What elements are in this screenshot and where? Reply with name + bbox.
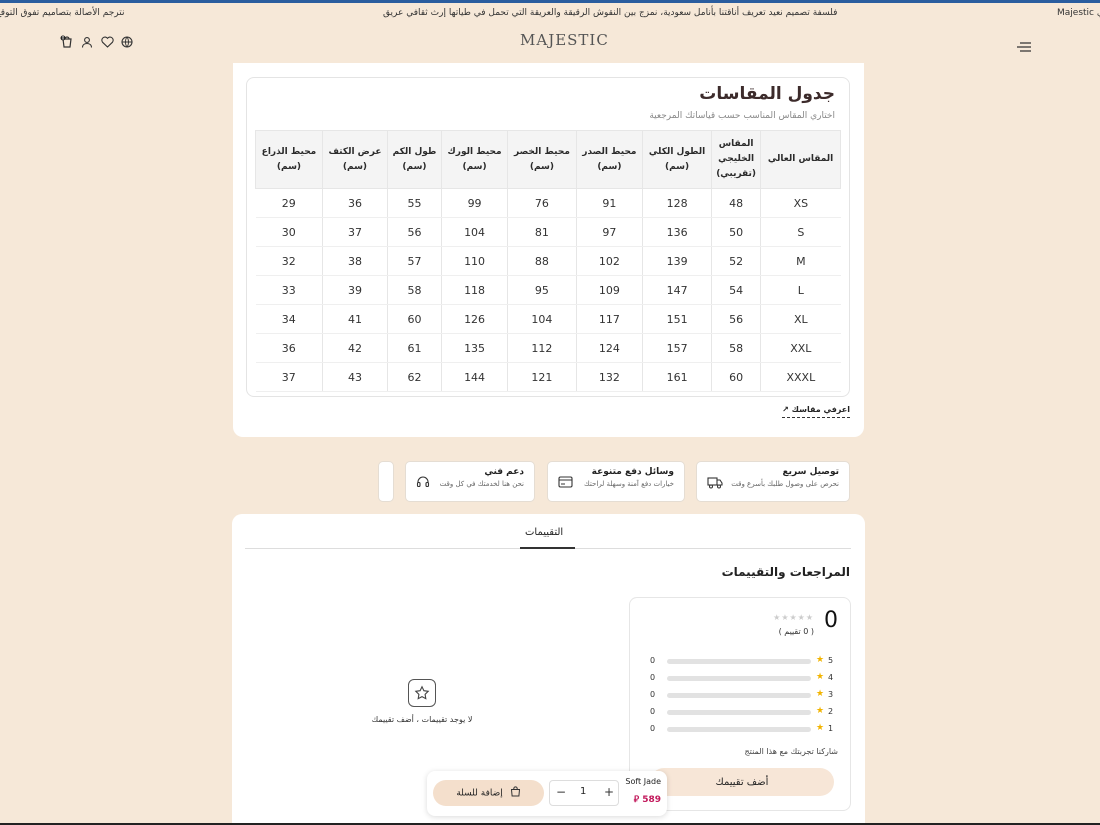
announcement-center: فلسفة تصميم نعيد تعريف أناقتنا بأنامل سع… (383, 8, 838, 18)
reviews-title: المراجعات والتقييمات (721, 565, 850, 579)
table-row: M 52 139 102 88 110 57 38 32 (255, 246, 841, 276)
col-header: محيط الخصر (سم) (507, 130, 577, 189)
add-to-cart-button[interactable]: إضافة للسلة (433, 780, 544, 806)
star-outline-icon (408, 679, 436, 707)
col-header: المقاس الخليجي (تقريبي) (711, 130, 762, 189)
cart-badge: 0 (62, 36, 65, 41)
arrow-icon: ↗ (782, 405, 789, 414)
rating-count: ( 0 تقييم ) (778, 627, 814, 636)
feature-card-partial (378, 461, 394, 502)
star-icon: ★ (816, 672, 825, 682)
headset-icon (416, 474, 430, 493)
header-icons: 0 (60, 35, 134, 49)
announcement-right: Majestic وي (1057, 8, 1100, 18)
heart-icon[interactable] (100, 35, 114, 49)
empty-reviews: لا يوجد تقييمات ، أضف تقييمك (362, 679, 482, 739)
features-row: دعم فني نحن هنا لخدمتك في كل وقت وسائل د… (378, 461, 850, 502)
star-icon: ★ (816, 689, 825, 699)
average-rating: 0 (824, 608, 838, 633)
col-header: طول الكم (سم) (387, 130, 442, 189)
col-header: عرض الكتف (سم) (321, 130, 389, 189)
sticky-cart-bar: Soft Jade 589 ⃁ − 1 + إضافة للسلة (427, 771, 667, 816)
feature-card-payment: وسائل دفع متنوعة خيارات دفع آمنة وسهلة ل… (547, 461, 685, 502)
size-table-header: المقاس العالي المقاس الخليجي (تقريبي) الطو… (255, 130, 841, 189)
size-chart-subtitle: اختاري المقاس المناسب حسب قياساتك المرجع… (649, 111, 835, 121)
table-row: XXL 58 157 124 112 135 61 42 36 (255, 333, 841, 363)
col-header: الطول الكلي (سم) (642, 130, 713, 189)
size-chart-card: جدول المقاسات اختاري المقاس المناسب حسب … (233, 63, 864, 437)
size-chart-title: جدول المقاسات (699, 84, 835, 104)
star-icon: ★ (816, 706, 825, 716)
col-header: محيط الصدر (سم) (575, 130, 644, 189)
rating-bar-3: 0 ★ 3 (650, 689, 834, 699)
size-table: المقاس العالي المقاس الخليجي (تقريبي) الطو… (255, 130, 841, 392)
know-your-size-link[interactable]: اعرفي مقاسك ↗ (782, 405, 850, 418)
col-header: محيط الورك (سم) (440, 130, 509, 189)
product-name: Soft Jade (625, 777, 661, 786)
empty-stars-icon: ★★★★★ (773, 613, 814, 622)
add-review-button[interactable]: أضف تقييمك (650, 768, 834, 796)
rating-bar-5: 0 ★ 5 (650, 655, 834, 665)
site-header: 0 MAJESTIC (0, 23, 1100, 63)
rating-bar-2: 0 ★ 2 (650, 706, 834, 716)
announcement-left: نترجم الأصالة بتصاميم تفوق التوقع (0, 8, 125, 18)
table-row: XL 56 151 117 104 126 60 41 34 (255, 304, 841, 334)
star-icon: ★ (816, 655, 825, 665)
announcement-bar: نترجم الأصالة بتصاميم تفوق التوقع فلسفة … (0, 3, 1100, 23)
product-price: 589 ⃁ (633, 795, 661, 805)
quantity-stepper: − 1 + (549, 780, 619, 806)
quantity-value[interactable]: 1 (580, 786, 586, 797)
feature-card-delivery: توصيل سريع نحرص على وصول طلبك بأسرع وقت (696, 461, 850, 502)
increase-quantity-button[interactable]: + (604, 785, 614, 799)
share-experience-text: شاركنا تجربتك مع هذا المنتج (744, 747, 838, 756)
decrease-quantity-button[interactable]: − (556, 785, 566, 799)
star-icon: ★ (816, 723, 825, 733)
riyal-icon: ⃁ (633, 795, 640, 805)
empty-reviews-text: لا يوجد تقييمات ، أضف تقييمك (371, 715, 473, 724)
truck-icon (707, 474, 723, 493)
table-row: XXXL 60 161 132 121 144 62 43 37 (255, 362, 841, 392)
cart-icon[interactable]: 0 (60, 35, 74, 49)
table-row: XS 48 128 91 76 99 55 36 29 (255, 188, 841, 218)
table-row: L 54 147 109 95 118 58 39 33 (255, 275, 841, 305)
logo[interactable]: MAJESTIC (520, 31, 609, 49)
col-header: محيط الذراع (سم) (255, 130, 323, 189)
size-chart-panel: جدول المقاسات اختاري المقاس المناسب حسب … (246, 77, 850, 397)
col-header: المقاس العالي (760, 130, 841, 189)
payment-icon (558, 474, 573, 493)
tab-active-indicator (520, 547, 575, 549)
menu-icon[interactable] (1016, 37, 1032, 56)
feature-card-support: دعم فني نحن هنا لخدمتك في كل وقت (405, 461, 535, 502)
rating-bar-4: 0 ★ 4 (650, 672, 834, 682)
globe-icon[interactable] (120, 35, 134, 49)
bag-icon (510, 786, 521, 800)
rating-bar-1: 0 ★ 1 (650, 723, 834, 733)
tab-reviews[interactable]: التقييمات (525, 527, 563, 538)
user-icon[interactable] (80, 35, 94, 49)
table-row: S 50 136 97 81 104 56 37 30 (255, 217, 841, 247)
